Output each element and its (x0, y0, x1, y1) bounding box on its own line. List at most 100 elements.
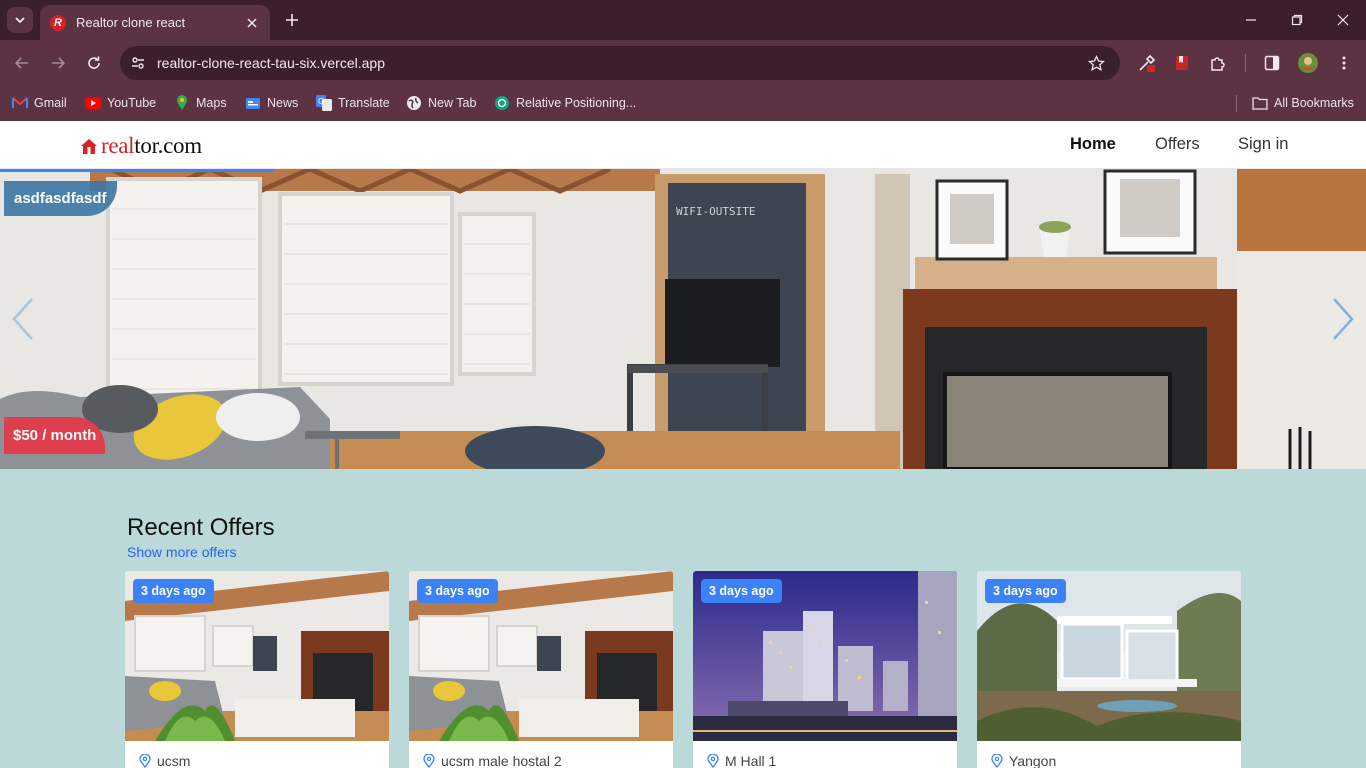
location-pin-icon (139, 754, 151, 768)
side-panel-button[interactable] (1261, 52, 1283, 74)
kebab-menu-icon (1342, 56, 1346, 70)
bookmark-new-tab[interactable]: New Tab (406, 92, 476, 114)
hero-slider[interactable]: WIFI-OUTSITE asdfasdfasdf $50 / month (0, 169, 1366, 469)
slider-next-arrow-icon[interactable] (1328, 295, 1358, 343)
minimize-button[interactable] (1241, 10, 1261, 30)
listing-card[interactable]: 3 days ago ucsm male hostal 2 (409, 571, 673, 768)
bookmark-relative-positioning[interactable]: Relative Positioning... (494, 92, 636, 114)
close-window-button[interactable] (1333, 10, 1353, 30)
listing-name-tag: asdfasdfasdf (4, 181, 117, 216)
bookmark-label: Relative Positioning... (516, 96, 637, 110)
extension-bookmark-button[interactable] (1171, 52, 1193, 74)
bookmark-translate[interactable]: G Translate (316, 92, 390, 114)
globe-icon (406, 95, 422, 111)
tab-title: Realtor clone react (76, 15, 186, 30)
bookmark-label: Translate (338, 96, 390, 110)
bookmarks-divider (1236, 95, 1237, 112)
forward-button[interactable] (46, 51, 70, 75)
browser-toolbar: realtor-clone-react-tau-six.vercel.app (0, 40, 1366, 86)
show-more-offers-link[interactable]: Show more offers (127, 544, 236, 560)
nav-offers[interactable]: Offers (1155, 135, 1200, 154)
svg-text:G: G (318, 97, 324, 106)
tab-search-button[interactable] (7, 7, 33, 33)
eyedropper-icon (1139, 54, 1156, 72)
arrow-right-icon (52, 57, 66, 69)
listing-location: M Hall 1 (707, 753, 776, 768)
close-icon (247, 17, 257, 28)
listing-age-badge: 3 days ago (133, 579, 214, 603)
slider-prev-arrow-icon[interactable] (8, 295, 38, 343)
chevron-down-icon (15, 17, 25, 24)
nav-home[interactable]: Home (1070, 135, 1116, 154)
realtor-logo[interactable]: realtor.com (80, 133, 202, 159)
browser-tab-active[interactable]: R Realtor clone react (40, 5, 270, 40)
folder-icon (1252, 95, 1268, 111)
bookmark-maps[interactable]: Maps (174, 92, 227, 114)
listing-card[interactable]: 3 days ago M Hall 1 (693, 571, 957, 768)
star-icon (1087, 54, 1105, 71)
location-pin-icon (423, 754, 435, 768)
bookmark-label: YouTube (107, 96, 157, 110)
section-title: Recent Offers (127, 514, 275, 541)
bookmark-news[interactable]: News (245, 92, 298, 114)
listing-age-badge: 3 days ago (985, 579, 1066, 603)
puzzle-icon (1211, 57, 1225, 71)
recent-offers-section: Recent Offers Show more offers 3 days ag… (0, 469, 1366, 768)
browser-tab-strip: R Realtor clone react (0, 0, 1366, 40)
red-book-icon (1176, 56, 1188, 70)
listing-location: ucsm male hostal 2 (423, 753, 562, 768)
realtor-favicon-icon: R (50, 14, 66, 31)
youtube-icon (85, 95, 101, 111)
bookmark-label: Maps (196, 96, 227, 110)
new-tab-button[interactable] (282, 10, 302, 30)
living-room-photo: WIFI-OUTSITE (0, 169, 1366, 469)
logo-wordmark: realtor.com (101, 133, 202, 158)
site-header: realtor.com Home Offers Sign in (0, 121, 1366, 169)
gmail-icon (12, 95, 28, 111)
location-pin-icon (707, 754, 719, 768)
restore-button[interactable] (1287, 10, 1307, 30)
tab-close-button[interactable] (244, 15, 260, 31)
restore-icon (1291, 14, 1303, 26)
listing-card[interactable]: 3 days ago Yangon (977, 571, 1241, 768)
url-text: realtor-clone-react-tau-six.vercel.app (157, 55, 385, 71)
listing-location: ucsm (139, 753, 190, 768)
bookmark-label: New Tab (428, 96, 477, 110)
slider-progress-bar (0, 169, 274, 172)
listing-location-text: Yangon (1009, 753, 1057, 768)
listing-location-text: ucsm male hostal 2 (441, 753, 562, 768)
maps-icon (174, 95, 190, 111)
bookmark-youtube[interactable]: YouTube (85, 92, 156, 114)
nav-sign-in[interactable]: Sign in (1238, 135, 1288, 154)
bookmarks-bar: Gmail YouTube Maps News G Translate New … (0, 86, 1366, 121)
all-bookmarks-button[interactable]: All Bookmarks (1252, 92, 1354, 114)
close-icon (1337, 14, 1349, 26)
news-icon (245, 95, 261, 111)
back-button[interactable] (10, 51, 34, 75)
bookmark-gmail[interactable]: Gmail (12, 92, 67, 114)
reload-icon (88, 56, 100, 69)
address-bar[interactable]: realtor-clone-react-tau-six.vercel.app (120, 46, 1120, 80)
reload-button[interactable] (82, 51, 106, 75)
browser-menu-button[interactable] (1333, 52, 1355, 74)
all-bookmarks-label: All Bookmarks (1274, 96, 1354, 110)
bookmark-star-button[interactable] (1086, 53, 1106, 73)
location-pin-icon (991, 754, 1003, 768)
site-info-icon[interactable] (128, 53, 148, 73)
listing-location-text: ucsm (157, 753, 191, 768)
svg-text:WIFI-OUTSITE: WIFI-OUTSITE (676, 205, 755, 218)
listing-age-badge: 3 days ago (701, 579, 782, 603)
avatar-icon (1298, 53, 1318, 73)
listing-price-tag: $50 / month (4, 417, 106, 454)
listing-card[interactable]: 3 days ago ucsm (125, 571, 389, 768)
bookmark-label: Gmail (34, 96, 67, 110)
house-logo-icon (81, 139, 97, 154)
extensions-button[interactable] (1207, 52, 1229, 74)
listing-location: Yangon (991, 753, 1056, 768)
listing-age-badge: 3 days ago (417, 579, 498, 603)
plus-icon (286, 14, 298, 26)
translate-icon: G (316, 95, 332, 111)
side-panel-icon (1264, 55, 1280, 71)
extension-eyedropper-button[interactable] (1136, 52, 1158, 74)
profile-avatar-button[interactable] (1297, 52, 1319, 74)
